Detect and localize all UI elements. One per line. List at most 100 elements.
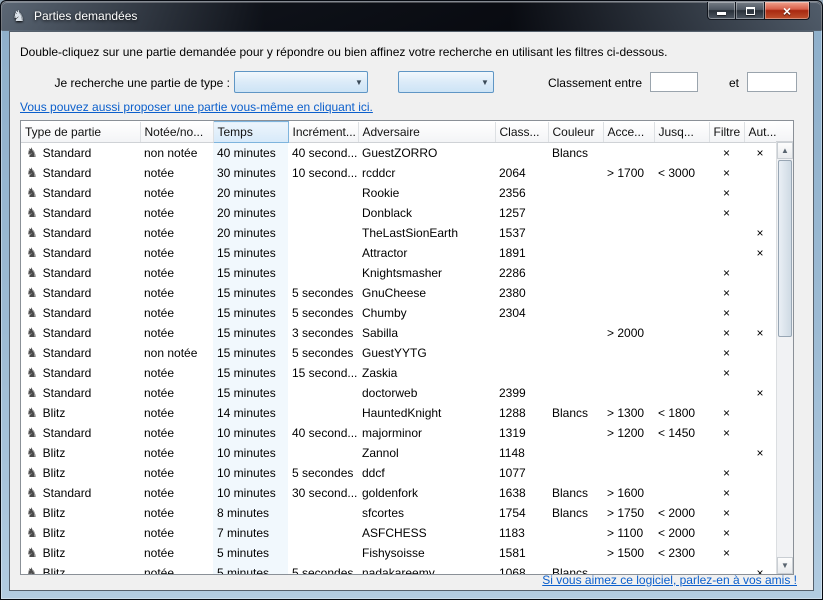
close-button[interactable]: ×: [764, 2, 810, 20]
titlebar[interactable]: ♞ Parties demandées ×: [2, 2, 821, 31]
game-row[interactable]: ♞Standardnotée20 minutesTheLastSionEarth…: [21, 223, 776, 243]
minimize-button[interactable]: [707, 2, 736, 20]
game-row[interactable]: ♞Standardnotée15 minutes5 secondesChumby…: [21, 303, 776, 323]
cell-6: [548, 343, 603, 363]
column-header-8[interactable]: Jusq...: [654, 122, 709, 143]
column-header-5[interactable]: Class...: [495, 122, 548, 143]
cell-5: 2304: [495, 303, 548, 323]
game-row[interactable]: ♞Standardnotée20 minutesDonblack1257×: [21, 203, 776, 223]
rating-min-input[interactable]: [650, 72, 698, 92]
game-type-text: Standard: [43, 326, 92, 340]
game-row[interactable]: ♞Standardnon notée40 minutes40 second...…: [21, 143, 776, 164]
cell-0: ♞Blitz: [21, 463, 140, 483]
vertical-scrollbar[interactable]: ▲ ▼: [776, 142, 793, 574]
game-row[interactable]: ♞Standardnotée10 minutes40 second...majo…: [21, 423, 776, 443]
cell-2: 15 minutes: [213, 263, 288, 283]
game-row[interactable]: ♞Blitznotée7 minutesASFCHESS1183> 1100< …: [21, 523, 776, 543]
scroll-up-button[interactable]: ▲: [777, 142, 793, 159]
cell-3: [288, 383, 358, 403]
game-row[interactable]: ♞Blitznotée10 minutesZannol1148×: [21, 443, 776, 463]
cell-3: [288, 183, 358, 203]
rating-between-label: Classement entre: [538, 76, 642, 90]
game-row[interactable]: ♞Standardnon notée15 minutes5 secondesGu…: [21, 343, 776, 363]
game-type-text: Standard: [43, 246, 92, 260]
game-type-text: Blitz: [43, 446, 66, 460]
cell-2: 15 minutes: [213, 363, 288, 383]
rating-max-input[interactable]: [747, 72, 797, 92]
cell-2: 30 minutes: [213, 163, 288, 183]
game-row[interactable]: ♞Blitznotée5 minutesFishysoisse1581> 150…: [21, 543, 776, 563]
game-subtype-select[interactable]: ▼: [398, 71, 494, 93]
cell-7: [603, 463, 654, 483]
game-row[interactable]: ♞Blitznotée14 minutesHauntedKnight1288Bl…: [21, 403, 776, 423]
column-header-4[interactable]: Adversaire: [358, 122, 495, 143]
cell-9: ×: [709, 163, 744, 183]
game-type-select[interactable]: ▼: [234, 71, 368, 93]
game-row[interactable]: ♞Standardnotée15 minutes15 second...Zask…: [21, 363, 776, 383]
game-row[interactable]: ♞Standardnotée10 minutes30 second...gold…: [21, 483, 776, 503]
cell-5: 2064: [495, 163, 548, 183]
cell-9: ×: [709, 303, 744, 323]
cell-6: [548, 323, 603, 343]
cell-6: [548, 303, 603, 323]
column-header-6[interactable]: Couleur: [548, 122, 603, 143]
column-header-7[interactable]: Acce...: [603, 122, 654, 143]
cell-1: notée: [140, 203, 213, 223]
cell-8: [654, 343, 709, 363]
column-header-2[interactable]: Temps: [213, 122, 288, 143]
game-row[interactable]: ♞Standardnotée15 minutesAttractor1891×: [21, 243, 776, 263]
game-row[interactable]: ♞Standardnotée20 minutesRookie2356×: [21, 183, 776, 203]
propose-game-link[interactable]: Vous pouvez aussi proposer une partie vo…: [20, 100, 373, 114]
cell-1: notée: [140, 503, 213, 523]
cell-7: [603, 263, 654, 283]
cell-6: [548, 183, 603, 203]
knight-icon: ♞: [26, 185, 38, 200]
cell-0: ♞Standard: [21, 303, 140, 323]
cell-2: 20 minutes: [213, 223, 288, 243]
cell-7: [603, 183, 654, 203]
knight-icon: ♞: [26, 345, 38, 360]
cell-5: 1754: [495, 503, 548, 523]
knight-icon: ♞: [26, 145, 38, 160]
cell-2: 20 minutes: [213, 183, 288, 203]
game-type-text: Standard: [43, 366, 92, 380]
game-row[interactable]: ♞Standardnotée15 minutes5 secondesGnuChe…: [21, 283, 776, 303]
cell-4: GnuCheese: [358, 283, 495, 303]
cell-10: [744, 363, 776, 383]
knight-icon: ♞: [26, 265, 38, 280]
column-header-0[interactable]: Type de partie: [21, 122, 140, 143]
cell-8: [654, 463, 709, 483]
game-row[interactable]: ♞Standardnotée15 minutes3 secondesSabill…: [21, 323, 776, 343]
cell-1: notée: [140, 263, 213, 283]
cell-9: ×: [709, 363, 744, 383]
column-header-1[interactable]: Notée/no...: [140, 122, 213, 143]
cell-4: GuestYYTG: [358, 343, 495, 363]
column-header-9[interactable]: Filtre: [709, 122, 744, 143]
cell-5: 2380: [495, 283, 548, 303]
cell-8: [654, 283, 709, 303]
column-header-10[interactable]: Aut...: [744, 122, 776, 143]
game-type-text: Standard: [43, 346, 92, 360]
cell-1: non notée: [140, 143, 213, 164]
knight-icon: ♞: [26, 365, 38, 380]
cell-0: ♞Standard: [21, 383, 140, 403]
scroll-thumb[interactable]: [778, 160, 792, 337]
cell-2: 5 minutes: [213, 563, 288, 575]
cell-9: ×: [709, 483, 744, 503]
cell-6: [548, 383, 603, 403]
game-row[interactable]: ♞Blitznotée8 minutessfcortes1754Blancs> …: [21, 503, 776, 523]
column-header-3[interactable]: Incrément...: [288, 122, 358, 143]
game-row[interactable]: ♞Standardnotée30 minutes10 second...rcdd…: [21, 163, 776, 183]
cell-5: 1288: [495, 403, 548, 423]
game-row[interactable]: ♞Standardnotée15 minutesdoctorweb2399×: [21, 383, 776, 403]
cell-7: [603, 443, 654, 463]
maximize-button[interactable]: [736, 2, 764, 20]
game-row[interactable]: ♞Blitznotée10 minutes5 secondesddcf1077×: [21, 463, 776, 483]
cell-4: Zaskia: [358, 363, 495, 383]
game-row[interactable]: ♞Standardnotée15 minutesKnightsmasher228…: [21, 263, 776, 283]
cell-4: rcddcr: [358, 163, 495, 183]
scroll-down-button[interactable]: ▼: [777, 557, 793, 574]
cell-7: > 1300: [603, 403, 654, 423]
cell-8: [654, 483, 709, 503]
share-with-friends-link[interactable]: Si vous aimez ce logiciel, parlez-en à v…: [542, 573, 797, 587]
